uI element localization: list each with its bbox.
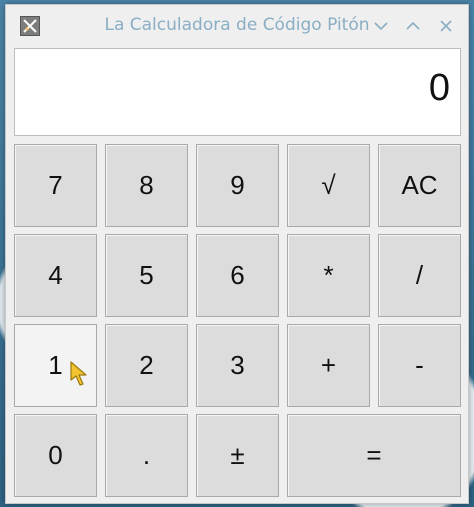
chevron-down-icon — [374, 22, 388, 31]
display-value: 0 — [428, 67, 450, 109]
calculator-app-icon — [20, 16, 40, 36]
key-divide[interactable]: / — [378, 234, 461, 317]
chevron-up-icon — [406, 21, 420, 30]
key-9[interactable]: 9 — [196, 144, 279, 227]
key-plus-minus[interactable]: ± — [196, 414, 279, 497]
key-equals[interactable]: = — [287, 414, 461, 497]
close-button[interactable] — [435, 15, 457, 37]
key-0[interactable]: 0 — [14, 414, 97, 497]
key-3[interactable]: 3 — [196, 324, 279, 407]
key-decimal[interactable]: . — [105, 414, 188, 497]
key-all-clear[interactable]: AC — [378, 144, 461, 227]
key-8[interactable]: 8 — [105, 144, 188, 227]
key-multiply[interactable]: * — [287, 234, 370, 317]
key-plus[interactable]: + — [287, 324, 370, 407]
key-2[interactable]: 2 — [105, 324, 188, 407]
key-4[interactable]: 4 — [14, 234, 97, 317]
result-display: 0 — [14, 48, 461, 136]
minimize-button[interactable] — [370, 15, 392, 37]
key-6[interactable]: 6 — [196, 234, 279, 317]
close-icon — [440, 20, 452, 32]
calculator-window: La Calculadora de Código Pitón 0 7 8 9 √… — [5, 4, 469, 504]
key-7[interactable]: 7 — [14, 144, 97, 227]
key-minus[interactable]: - — [378, 324, 461, 407]
pointer-cursor-icon — [70, 361, 87, 386]
maximize-button[interactable] — [402, 15, 424, 37]
key-5[interactable]: 5 — [105, 234, 188, 317]
key-square-root[interactable]: √ — [287, 144, 370, 227]
window-title: La Calculadora de Código Pitón — [104, 15, 370, 35]
title-bar[interactable]: La Calculadora de Código Pitón — [6, 5, 468, 45]
